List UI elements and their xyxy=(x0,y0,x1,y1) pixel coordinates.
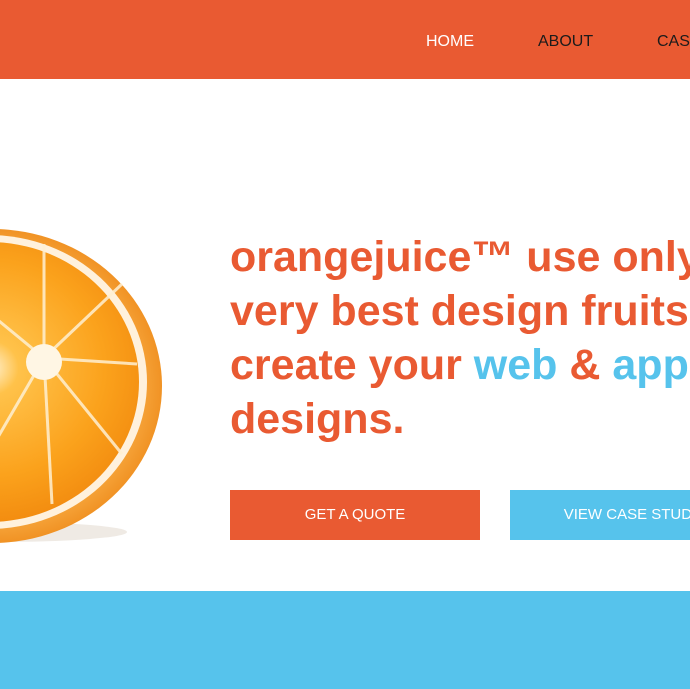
nav-home-link[interactable]: HOME xyxy=(426,33,474,51)
blue-band-section xyxy=(0,591,690,689)
headline-web: web xyxy=(473,341,558,389)
orange-half-icon xyxy=(0,229,162,543)
headline-line-1: orangejuice™ use only xyxy=(230,230,690,284)
brand-name-bold: orange xyxy=(230,233,374,281)
headline-line-4: designs. xyxy=(230,395,405,443)
headline-line-3: create your web & app xyxy=(230,338,690,392)
headline-line-2: very best design fruits t xyxy=(230,287,690,335)
nav-about-link[interactable]: ABOUT xyxy=(538,33,593,51)
brand-name-rest: juice™ use only xyxy=(373,233,690,281)
hero-headline: orangejuice™ use only very best design f… xyxy=(230,230,690,446)
headline-app: app xyxy=(612,341,689,389)
nav-case-studies-link[interactable]: CAS xyxy=(657,33,690,51)
view-case-studies-button[interactable]: VIEW CASE STUDIE xyxy=(510,490,690,540)
headline-create-your: create your xyxy=(230,341,474,389)
get-a-quote-button[interactable]: GET A QUOTE xyxy=(230,490,480,540)
headline-ampersand: & xyxy=(557,341,613,389)
site-header: HOME ABOUT CAS xyxy=(0,0,690,79)
page: HOME ABOUT CAS orangejuice™ use only ver… xyxy=(0,0,690,689)
